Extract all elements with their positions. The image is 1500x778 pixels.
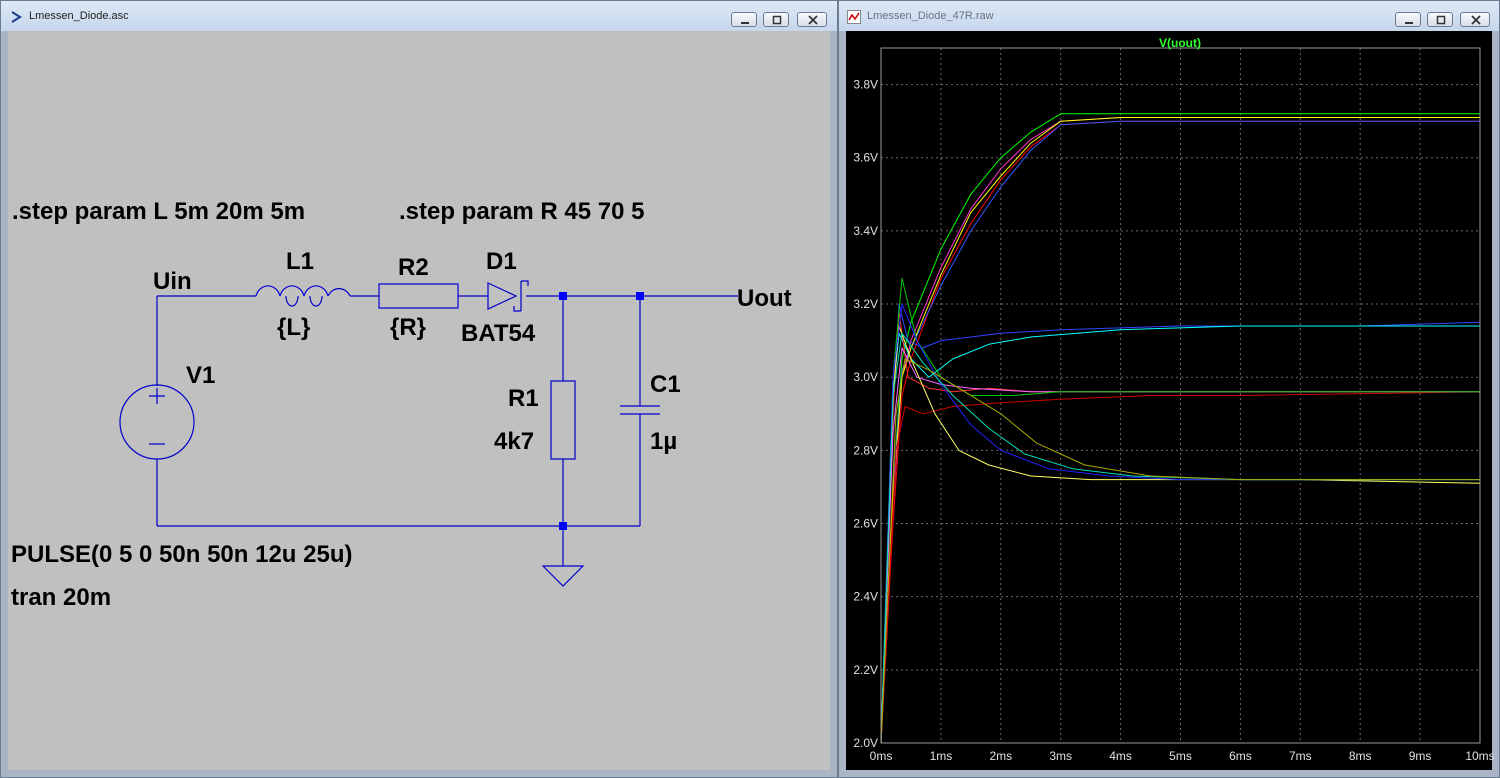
x-tick-label: 6ms bbox=[1229, 749, 1252, 763]
x-tick-label: 8ms bbox=[1349, 749, 1372, 763]
pulse-source-value[interactable]: PULSE(0 5 0 50n 50n 12u 25u) bbox=[11, 541, 352, 568]
junction-dot bbox=[559, 522, 567, 530]
ground-symbol[interactable] bbox=[541, 565, 585, 587]
step-r-directive[interactable]: .step param R 45 70 5 bbox=[399, 198, 644, 225]
r1-resistor-symbol[interactable] bbox=[550, 380, 576, 460]
step-l-directive[interactable]: .step param L 5m 20m 5m bbox=[12, 198, 305, 225]
schematic-window[interactable]: Lmessen_Diode.asc .step param L 5m 20m 5… bbox=[0, 0, 838, 778]
tran-directive[interactable]: tran 20m bbox=[11, 584, 111, 611]
d1-value-label[interactable]: BAT54 bbox=[461, 320, 536, 347]
x-tick-label: 2ms bbox=[989, 749, 1012, 763]
minimize-icon bbox=[1405, 22, 1413, 24]
y-tick-label: 2.8V bbox=[853, 443, 878, 457]
minimize-button[interactable] bbox=[1395, 12, 1421, 27]
y-tick-label: 3.8V bbox=[853, 78, 878, 92]
r1-value-label[interactable]: 4k7 bbox=[494, 428, 534, 455]
x-tick-label: 0ms bbox=[870, 749, 893, 763]
schematic-app-icon bbox=[11, 11, 22, 23]
uin-net-label[interactable]: Uin bbox=[153, 268, 192, 295]
r2-ref-label[interactable]: R2 bbox=[398, 254, 429, 281]
close-icon bbox=[1471, 15, 1481, 25]
r2-value-label[interactable]: {R} bbox=[390, 314, 426, 341]
junction-dot bbox=[559, 292, 567, 300]
minimize-icon bbox=[741, 22, 749, 24]
x-tick-label: 3ms bbox=[1049, 749, 1072, 763]
waveform-window[interactable]: Lmessen_Diode_47R.raw 0ms 1ms 2ms 3ms 4ms 5ms… bbox=[838, 0, 1500, 778]
waveform-window-title: Lmessen_Diode_47R.raw bbox=[867, 10, 994, 22]
x-tick-label: 1ms bbox=[930, 749, 953, 763]
waveform-app-icon bbox=[847, 10, 861, 24]
maximize-button[interactable] bbox=[1427, 12, 1453, 27]
l1-value-label[interactable]: {L} bbox=[277, 314, 310, 341]
l1-ref-label[interactable]: L1 bbox=[286, 248, 314, 275]
waveform-titlebar[interactable]: Lmessen_Diode_47R.raw bbox=[839, 1, 1499, 31]
r2-resistor-symbol[interactable] bbox=[378, 283, 459, 309]
uout-net-label[interactable]: Uout bbox=[737, 285, 792, 312]
schematic-canvas[interactable]: .step param L 5m 20m 5m .step param R 45… bbox=[8, 31, 830, 770]
schematic-drawing[interactable]: .step param L 5m 20m 5m .step param R 45… bbox=[8, 31, 832, 772]
y-tick-label: 3.0V bbox=[853, 370, 878, 384]
maximize-icon bbox=[1436, 15, 1446, 25]
y-tick-label: 2.4V bbox=[853, 590, 878, 604]
r1-ref-label[interactable]: R1 bbox=[508, 385, 539, 412]
v1-source-symbol[interactable] bbox=[119, 384, 195, 460]
y-tick-label: 2.2V bbox=[853, 663, 878, 677]
v1-ref-label[interactable]: V1 bbox=[186, 362, 215, 389]
y-tick-label: 3.6V bbox=[853, 151, 878, 165]
c1-ref-label[interactable]: C1 bbox=[650, 371, 681, 398]
y-tick-label: 2.6V bbox=[853, 517, 878, 531]
trace-line[interactable] bbox=[880, 358, 1480, 744]
y-tick-label: 3.2V bbox=[853, 297, 878, 311]
y-tick-label: 2.0V bbox=[853, 736, 878, 750]
plot-pane[interactable]: 0ms 1ms 2ms 3ms 4ms 5ms 6ms 7ms 8ms 9ms 10ms 2.0V 2.… bbox=[846, 31, 1494, 772]
junction-dot bbox=[636, 292, 644, 300]
x-tick-label: 4ms bbox=[1109, 749, 1132, 763]
schematic-titlebar[interactable]: Lmessen_Diode.asc bbox=[1, 1, 837, 31]
y-tick-label: 3.4V bbox=[853, 224, 878, 238]
maximize-icon bbox=[772, 15, 782, 25]
maximize-button[interactable] bbox=[763, 12, 789, 27]
c1-value-label[interactable]: 1µ bbox=[650, 428, 677, 455]
close-icon bbox=[808, 15, 818, 25]
close-button[interactable] bbox=[797, 12, 827, 27]
d1-ref-label[interactable]: D1 bbox=[486, 248, 517, 275]
x-tick-label: 5ms bbox=[1169, 749, 1192, 763]
minimize-button[interactable] bbox=[731, 12, 757, 27]
l1-inductor-symbol[interactable] bbox=[255, 285, 351, 307]
trace-name-label[interactable]: V(uout) bbox=[1159, 36, 1201, 50]
x-tick-label: 9ms bbox=[1409, 749, 1432, 763]
x-tick-label: 7ms bbox=[1289, 749, 1312, 763]
schematic-window-title: Lmessen_Diode.asc bbox=[29, 10, 129, 22]
c1-capacitor-symbol[interactable] bbox=[620, 405, 660, 415]
voltage-chart[interactable]: 0ms 1ms 2ms 3ms 4ms 5ms 6ms 7ms 8ms 9ms 10ms 2.0V 2.… bbox=[846, 31, 1494, 772]
d1-diode-symbol[interactable] bbox=[487, 280, 529, 312]
x-tick-label: 10ms bbox=[1465, 749, 1494, 763]
close-button[interactable] bbox=[1460, 12, 1490, 27]
